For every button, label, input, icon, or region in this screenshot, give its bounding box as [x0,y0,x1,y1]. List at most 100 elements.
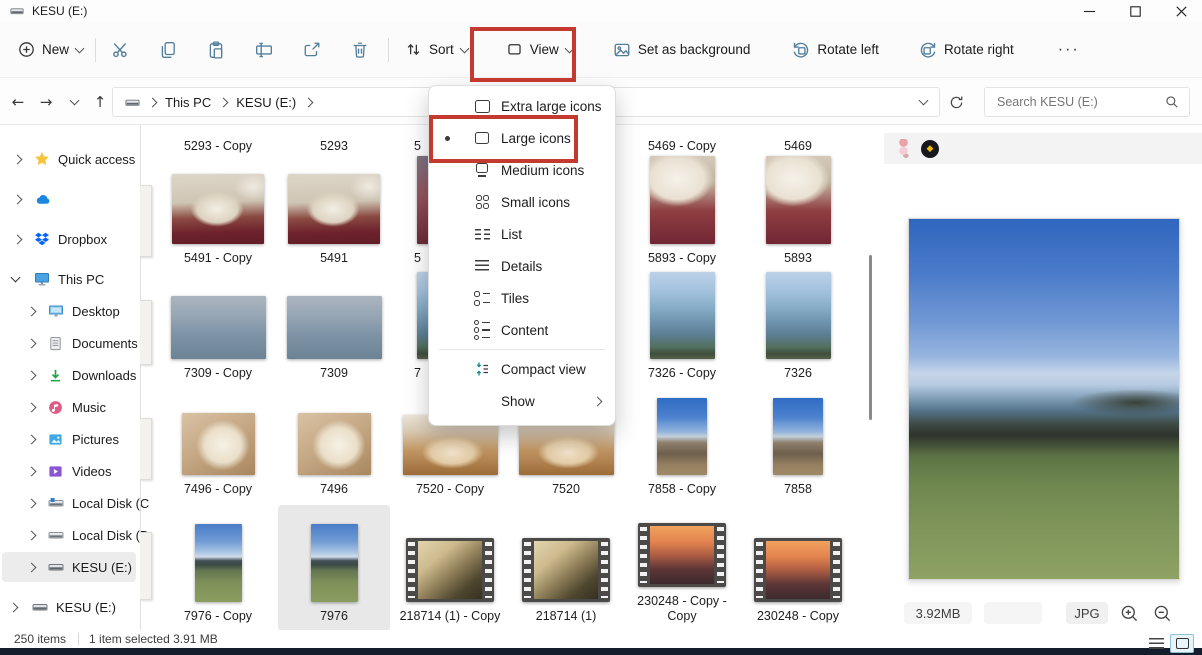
item-count: 250 items [14,632,66,646]
sidebar-item-downloads[interactable]: Downloads [2,360,136,390]
cut-button[interactable] [100,32,140,68]
back-button[interactable]: ← [6,90,30,114]
file-tile[interactable]: 230248 - Copy - Copy [624,510,740,625]
collapse-chevron-icon[interactable] [11,273,21,283]
menu-item-list[interactable]: List [429,218,615,250]
sidebar-item-videos[interactable]: Videos [2,456,136,486]
refresh-button[interactable] [944,90,968,114]
expand-chevron-icon[interactable] [27,466,37,476]
delete-button[interactable] [340,32,380,68]
menu-item-show[interactable]: Show [429,385,615,417]
sidebar-item-kesu-drive[interactable]: KESU (E:) [2,552,136,582]
preview-image[interactable] [908,218,1180,580]
menu-item-large-icons[interactable]: Large icons [429,122,615,154]
recent-locations-chevron[interactable] [62,90,86,114]
file-tile[interactable]: 5491 [276,155,392,267]
file-tile[interactable]: 5293 [276,132,392,155]
expand-chevron-icon[interactable] [13,234,23,244]
menu-item-medium-icons[interactable]: Medium icons [429,154,615,186]
file-tile-selected[interactable]: 7976 [276,510,392,625]
expand-chevron-icon[interactable] [13,194,23,204]
expand-chevron-icon[interactable] [9,602,19,612]
details-layout-toggle[interactable] [1149,638,1164,649]
file-tile[interactable]: 7326 - Copy [624,272,740,382]
file-tile[interactable]: 7496 [276,398,392,498]
breadcrumb-this-pc[interactable]: This PC [165,95,211,110]
zoom-out-button[interactable] [1153,604,1172,623]
file-tile[interactable]: 5293 - Copy [160,132,276,155]
file-tile[interactable]: 218714 (1) - Copy [392,510,508,625]
set-as-background-button[interactable]: Set as background [605,32,759,68]
sidebar-item-local-disk-d[interactable]: Local Disk (D:) [2,520,136,550]
sidebar-item-music[interactable]: Music [2,392,136,422]
expand-chevron-icon[interactable] [27,370,37,380]
menu-item-tiles[interactable]: Tiles [429,282,615,314]
menu-item-content[interactable]: Content [429,314,615,346]
paste-button[interactable] [196,32,236,68]
file-tile[interactable]: 5893 - Copy [624,155,740,267]
sidebar-item-dropbox[interactable]: Dropbox [2,224,136,254]
menu-item-small-icons[interactable]: Small icons [429,186,615,218]
file-tile[interactable]: 230248 - Copy [740,510,856,625]
sidebar-item-local-disk-c[interactable]: Local Disk (C:) [2,488,136,518]
view-button[interactable]: View [498,32,581,68]
expand-chevron-icon[interactable] [27,306,37,316]
address-dropdown-chevron[interactable] [919,96,929,106]
expand-chevron-icon[interactable] [27,402,37,412]
menu-item-extra-large-icons[interactable]: Extra large icons [429,90,615,122]
file-list-scrollbar[interactable] [869,255,872,420]
menu-item-compact-view[interactable]: Compact view [429,353,615,385]
sort-arrows-icon [405,41,422,58]
expand-chevron-icon[interactable] [27,338,37,348]
new-button[interactable]: New [10,32,91,68]
sidebar-item-documents[interactable]: Documents [2,328,136,358]
sidebar-item-desktop[interactable]: Desktop [2,296,136,326]
zoom-in-button[interactable] [1120,604,1139,623]
file-tile[interactable]: 5893 [740,155,856,267]
share-button[interactable] [292,32,332,68]
up-button[interactable]: ↑ [88,90,112,114]
compact-view-glyph [473,360,491,378]
breadcrumb-drive[interactable]: KESU (E:) [236,95,296,110]
copy-button[interactable] [148,32,188,68]
file-tile[interactable]: 7326 [740,272,856,382]
sidebar-item-this-pc[interactable]: This PC [2,264,136,294]
file-tile[interactable]: 5469 - Copy [624,132,740,155]
file-tile[interactable]: 7858 [740,398,856,498]
submenu-chevron-icon [593,396,603,406]
expand-chevron-icon[interactable] [13,154,23,164]
expand-chevron-icon[interactable] [27,498,37,508]
file-tile[interactable]: 7309 - Copy [160,272,276,382]
pictures-icon [48,432,63,447]
thumbnail-layout-toggle[interactable] [1170,634,1194,653]
file-tile[interactable]: 7976 - Copy [160,510,276,625]
more-options-button[interactable]: ··· [1050,32,1088,68]
forward-button[interactable]: → [34,90,58,114]
image-thumbnail [172,174,264,244]
file-tile[interactable]: 5491 - Copy [160,155,276,267]
menu-item-details[interactable]: Details [429,250,615,282]
file-tile[interactable]: 218714 (1) [508,510,624,625]
expand-chevron-icon[interactable] [27,530,37,540]
file-tile[interactable]: 7858 - Copy [624,398,740,498]
expand-chevron-icon[interactable] [27,562,37,572]
sidebar-item-pictures[interactable]: Pictures [2,424,136,454]
rotate-left-button[interactable]: Rotate left [784,32,887,68]
file-tile[interactable]: 5469 [740,132,856,155]
sort-button[interactable]: Sort [397,32,476,68]
chevron-down-icon [564,43,574,53]
file-tile[interactable]: 7496 - Copy [160,398,276,498]
minimize-button[interactable] [1066,0,1112,22]
search-input[interactable] [995,94,1165,110]
sidebar-item-kesu-drive-root[interactable]: KESU (E:) [2,592,136,622]
rotate-right-button[interactable]: Rotate right [911,32,1022,68]
close-button[interactable] [1158,0,1202,22]
maximize-button[interactable] [1112,0,1158,22]
sidebar-item-quick-access[interactable]: Quick access [2,144,136,174]
download-icon [48,368,63,383]
search-box[interactable] [984,87,1190,117]
rename-button[interactable] [244,32,284,68]
file-tile[interactable]: 7309 [276,272,392,382]
expand-chevron-icon[interactable] [27,434,37,444]
sidebar-item-onedrive[interactable] [2,184,136,214]
